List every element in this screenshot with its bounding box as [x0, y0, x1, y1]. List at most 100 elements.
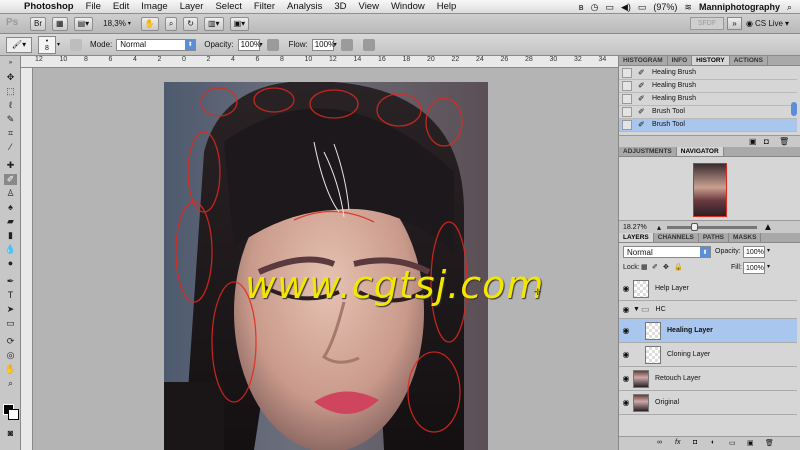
chevron-down-icon[interactable]: ▾	[767, 247, 770, 254]
link-layers-icon[interactable]: ∞	[657, 439, 662, 446]
brush-tool-icon[interactable]: ✐	[4, 174, 17, 185]
menu-image[interactable]: Image	[141, 1, 167, 12]
opacity-field[interactable]: 100%	[237, 38, 261, 51]
clone-stamp-tool-icon[interactable]: ♙	[4, 188, 17, 199]
history-source-checkbox[interactable]	[622, 106, 632, 117]
marquee-tool-icon[interactable]: ⬚	[4, 86, 17, 97]
zoom-level[interactable]: 18,3%	[103, 19, 126, 28]
hand-tool-button[interactable]: ✋	[140, 16, 159, 31]
eye-icon[interactable]: ◉	[619, 374, 633, 383]
move-tool-icon[interactable]: ✥	[4, 72, 17, 83]
eye-icon[interactable]: ◉	[619, 305, 633, 314]
view-extras-button[interactable]: ▤▾	[73, 16, 94, 31]
fill-field[interactable]: 100%	[743, 262, 765, 274]
path-select-tool-icon[interactable]: ➤	[4, 304, 17, 315]
menu-help[interactable]: Help	[437, 1, 457, 12]
gradient-tool-icon[interactable]: ▮	[4, 230, 17, 241]
spotlight-icon[interactable]: ⌕	[787, 2, 792, 13]
zoom-in-icon[interactable]: ▲	[763, 222, 773, 233]
wifi-icon[interactable]: ≋	[684, 2, 692, 13]
history-item[interactable]: ✐ Brush Tool	[619, 119, 797, 132]
eye-icon[interactable]: ◉	[619, 350, 633, 359]
rotate-view-button[interactable]: ↻	[183, 16, 198, 31]
mini-bridge-button[interactable]: ▦	[52, 16, 68, 31]
eye-icon[interactable]: ◉	[619, 284, 633, 293]
tab-actions[interactable]: ACTIONS	[730, 56, 768, 65]
layer-row[interactable]: ◉ Healing Layer	[619, 319, 797, 343]
menu-edit[interactable]: Edit	[113, 1, 129, 12]
menu-select[interactable]: Select	[215, 1, 241, 12]
navigator-zoom-slider[interactable]	[667, 222, 758, 231]
new-document-icon[interactable]: ▣	[749, 137, 757, 146]
adjustment-layer-icon[interactable]: ◐	[711, 439, 715, 446]
tab-paths[interactable]: PATHS	[699, 233, 729, 242]
quick-mask-icon[interactable]: ◙	[4, 428, 17, 439]
history-item[interactable]: ✐ Brush Tool	[619, 106, 797, 119]
zoom-tool-button[interactable]: ⌕	[164, 16, 178, 31]
bridge-button[interactable]: Br	[30, 16, 46, 31]
bluetooth-icon[interactable]: ʙ	[579, 2, 584, 12]
time-machine-icon[interactable]: ◷	[591, 2, 599, 13]
lock-position-icon[interactable]: ✥	[663, 263, 669, 271]
eye-icon[interactable]: ◉	[619, 398, 633, 407]
chevron-down-icon[interactable]: ▾	[128, 20, 131, 27]
workspace-switcher[interactable]: SFDF	[690, 17, 724, 30]
history-source-checkbox[interactable]	[622, 119, 632, 130]
trash-icon[interactable]: 🗑	[779, 137, 789, 146]
disclosure-triangle-icon[interactable]: ▼	[633, 306, 641, 313]
pen-tool-icon[interactable]: ✒	[4, 276, 17, 287]
history-source-checkbox[interactable]	[622, 67, 632, 78]
menu-layer[interactable]: Layer	[180, 1, 204, 12]
user-name[interactable]: Manniphotography	[699, 2, 780, 12]
background-color-swatch[interactable]	[8, 409, 19, 420]
volume-icon[interactable]: ◀)	[621, 2, 631, 13]
lock-transparency-icon[interactable]: ▦	[641, 263, 648, 271]
brush-preset-picker[interactable]: • 8	[38, 35, 56, 54]
type-tool-icon[interactable]: T	[4, 290, 17, 301]
tab-histogram[interactable]: HISTOGRAM	[619, 56, 668, 65]
trash-icon[interactable]: 🗑	[765, 439, 774, 447]
menu-file[interactable]: File	[86, 1, 101, 12]
zoom-out-icon[interactable]: ▴	[657, 223, 661, 232]
crop-tool-icon[interactable]: ⌗	[4, 128, 17, 139]
layer-row[interactable]: ◉ Cloning Layer	[619, 343, 797, 367]
zoom-tool-icon[interactable]: ⌕	[4, 378, 17, 389]
lasso-tool-icon[interactable]: ℓ	[4, 100, 17, 111]
history-source-checkbox[interactable]	[622, 93, 632, 104]
tool-preset-picker[interactable]: 🖌▾	[6, 36, 32, 53]
eyedropper-tool-icon[interactable]: ⁄	[4, 142, 17, 153]
history-item[interactable]: ✐ Healing Brush	[619, 80, 797, 93]
layer-row[interactable]: ◉ Help Layer	[619, 277, 797, 301]
new-layer-icon[interactable]: ▣	[747, 439, 754, 447]
menu-analysis[interactable]: Analysis	[287, 1, 322, 12]
history-item[interactable]: ✐ Healing Brush	[619, 93, 797, 106]
collapse-icon[interactable]: »	[4, 58, 17, 69]
lock-all-icon[interactable]: 🔒	[674, 263, 683, 271]
chevron-down-icon[interactable]: ▾	[260, 41, 263, 48]
chevron-down-icon[interactable]: ▾	[767, 263, 770, 270]
menu-window[interactable]: Window	[391, 1, 425, 12]
blend-mode-select[interactable]: Normal ⬍	[623, 246, 711, 258]
screen-mode-button[interactable]: ▣▾	[229, 16, 250, 31]
layer-row[interactable]: ◉ Retouch Layer	[619, 367, 797, 391]
eye-icon[interactable]: ◉	[619, 326, 633, 335]
shape-tool-icon[interactable]: ▭	[4, 318, 17, 329]
horizontal-ruler[interactable]: 12 10 8 6 4 2 0 2 4 6 8 10 12 14 16 18 20 22 24 26 28 30 32 34	[21, 56, 618, 68]
flow-field[interactable]: 100%	[311, 38, 335, 51]
menu-view[interactable]: View	[359, 1, 379, 12]
pressure-opacity-icon[interactable]	[266, 38, 279, 51]
new-group-icon[interactable]: ▭	[729, 439, 736, 447]
tab-layers[interactable]: LAYERS	[619, 233, 654, 242]
arrange-documents-button[interactable]: ▥▾	[204, 16, 224, 31]
battery-icon[interactable]: ▭	[638, 2, 647, 13]
3d-camera-tool-icon[interactable]: ◎	[4, 350, 17, 361]
tab-navigator[interactable]: NAVIGATOR	[676, 147, 724, 156]
menu-3d[interactable]: 3D	[334, 1, 346, 12]
tab-info[interactable]: INFO	[668, 56, 693, 65]
tab-masks[interactable]: MASKS	[729, 233, 762, 242]
navigator-zoom-value[interactable]: 18.27%	[623, 224, 649, 231]
display-icon[interactable]: ▭	[605, 2, 614, 13]
layer-row[interactable]: ◉ Original	[619, 391, 797, 415]
chevron-down-icon[interactable]: ▾	[334, 41, 337, 48]
lock-pixels-icon[interactable]: ✐	[652, 263, 658, 271]
